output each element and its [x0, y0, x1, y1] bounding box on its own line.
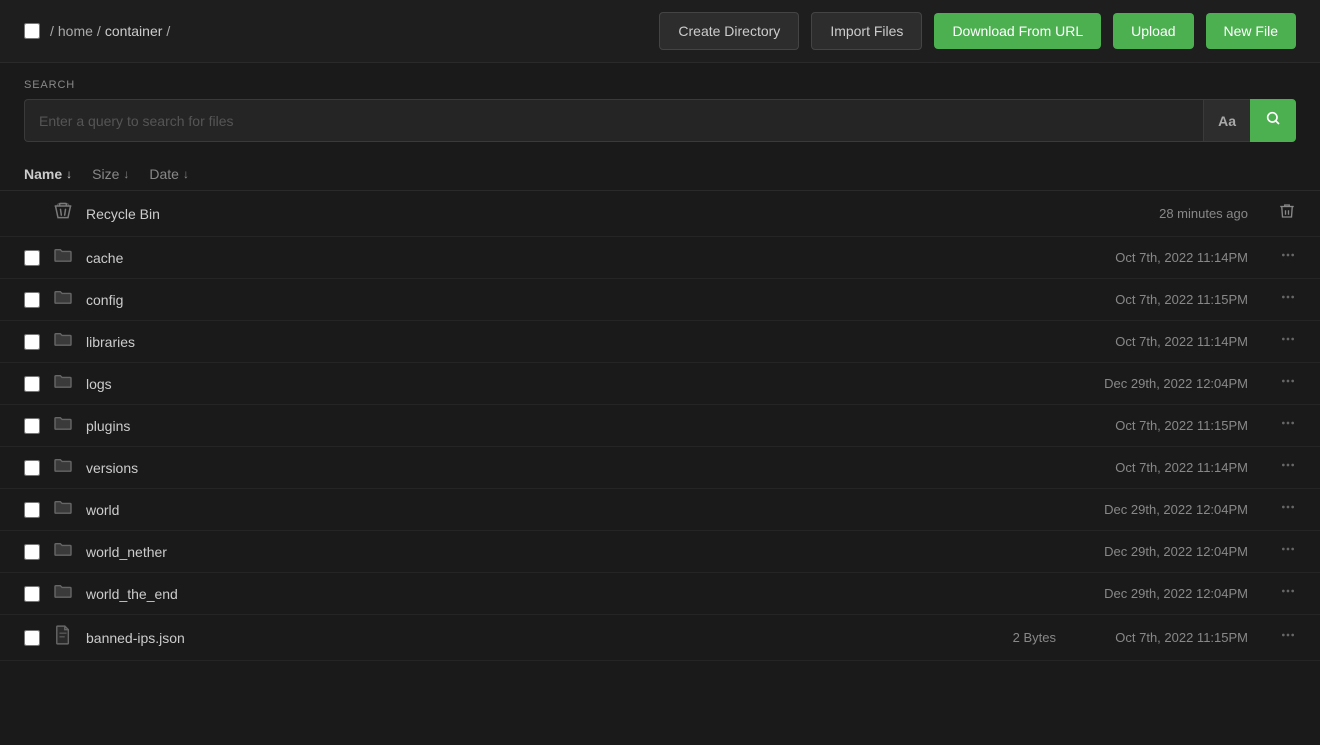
- file-date: Dec 29th, 2022 12:04PM: [1068, 544, 1248, 559]
- file-date: Dec 29th, 2022 12:04PM: [1068, 586, 1248, 601]
- file-name: world_nether: [86, 544, 964, 560]
- file-size: 2 Bytes: [976, 630, 1056, 645]
- file-actions-menu-button[interactable]: [1260, 541, 1296, 562]
- file-name: config: [86, 292, 964, 308]
- file-name: world: [86, 502, 964, 518]
- search-row: Aa: [24, 99, 1296, 142]
- search-input[interactable]: [24, 99, 1203, 142]
- file-actions-menu-button[interactable]: [1260, 289, 1296, 310]
- file-checkbox-4[interactable]: [24, 418, 40, 434]
- file-checkbox-2[interactable]: [24, 334, 40, 350]
- search-icon: [1265, 110, 1281, 126]
- file-name: versions: [86, 460, 964, 476]
- file-actions-menu-button[interactable]: [1260, 627, 1296, 648]
- folder-icon: [52, 541, 74, 562]
- file-checkbox-6[interactable]: [24, 502, 40, 518]
- file-checkbox-8[interactable]: [24, 586, 40, 602]
- breadcrumb: / home / container /: [24, 23, 647, 39]
- table-row: banned-ips.json 2 Bytes Oct 7th, 2022 11…: [0, 615, 1320, 661]
- file-checkbox-9[interactable]: [24, 630, 40, 646]
- file-checkbox-5[interactable]: [24, 460, 40, 476]
- folder-icon: [52, 247, 74, 268]
- file-name: cache: [86, 250, 964, 266]
- upload-button[interactable]: Upload: [1113, 13, 1193, 49]
- file-date: Oct 7th, 2022 11:15PM: [1068, 418, 1248, 433]
- file-date: Oct 7th, 2022 11:15PM: [1068, 292, 1248, 307]
- recycle-bin-icon: [52, 201, 74, 226]
- breadcrumb-container: container: [105, 23, 163, 39]
- folder-icon: [52, 331, 74, 352]
- sort-by-size-button[interactable]: Size ↓: [92, 166, 129, 182]
- file-actions-menu-button[interactable]: [1260, 373, 1296, 394]
- folder-icon: [52, 457, 74, 478]
- breadcrumb-separator2: /: [97, 23, 101, 39]
- file-name: logs: [86, 376, 964, 392]
- file-name: libraries: [86, 334, 964, 350]
- table-row: logs Dec 29th, 2022 12:04PM: [0, 363, 1320, 405]
- recycle-bin-row: Recycle Bin 28 minutes ago: [0, 191, 1320, 237]
- file-checkbox-3[interactable]: [24, 376, 40, 392]
- sort-name-arrow: ↓: [66, 167, 72, 181]
- new-file-button[interactable]: New File: [1206, 13, 1296, 49]
- breadcrumb-home[interactable]: home: [58, 23, 93, 39]
- file-actions-menu-button[interactable]: [1260, 499, 1296, 520]
- sort-row: Name ↓ Size ↓ Date ↓: [0, 158, 1320, 191]
- case-sensitive-button[interactable]: Aa: [1203, 99, 1250, 142]
- search-button[interactable]: [1250, 99, 1296, 142]
- recycle-bin-delete-button[interactable]: [1260, 202, 1296, 225]
- table-row: cache Oct 7th, 2022 11:14PM: [0, 237, 1320, 279]
- sort-size-arrow: ↓: [123, 167, 129, 181]
- table-row: world_nether Dec 29th, 2022 12:04PM: [0, 531, 1320, 573]
- table-row: world_the_end Dec 29th, 2022 12:04PM: [0, 573, 1320, 615]
- folder-icon: [52, 415, 74, 436]
- file-rows-container: cache Oct 7th, 2022 11:14PM config Oct 7…: [0, 237, 1320, 661]
- file-actions-menu-button[interactable]: [1260, 583, 1296, 604]
- table-row: config Oct 7th, 2022 11:15PM: [0, 279, 1320, 321]
- sort-date-arrow: ↓: [183, 167, 189, 181]
- header: / home / container / Create Directory Im…: [0, 0, 1320, 63]
- file-icon: [52, 625, 74, 650]
- table-row: world Dec 29th, 2022 12:04PM: [0, 489, 1320, 531]
- download-from-url-button[interactable]: Download From URL: [934, 13, 1101, 49]
- file-checkbox-7[interactable]: [24, 544, 40, 560]
- folder-icon: [52, 289, 74, 310]
- recycle-bin-name: Recycle Bin: [86, 206, 1056, 222]
- folder-icon: [52, 583, 74, 604]
- sort-by-name-button[interactable]: Name ↓: [24, 166, 72, 182]
- table-row: plugins Oct 7th, 2022 11:15PM: [0, 405, 1320, 447]
- recycle-bin-date: 28 minutes ago: [1068, 206, 1248, 221]
- file-date: Oct 7th, 2022 11:14PM: [1068, 460, 1248, 475]
- table-row: versions Oct 7th, 2022 11:14PM: [0, 447, 1320, 489]
- file-actions-menu-button[interactable]: [1260, 331, 1296, 352]
- file-date: Dec 29th, 2022 12:04PM: [1068, 376, 1248, 391]
- search-label: SEARCH: [24, 79, 1296, 91]
- table-row: libraries Oct 7th, 2022 11:14PM: [0, 321, 1320, 363]
- file-date: Dec 29th, 2022 12:04PM: [1068, 502, 1248, 517]
- file-checkbox-1[interactable]: [24, 292, 40, 308]
- file-actions-menu-button[interactable]: [1260, 457, 1296, 478]
- file-name: world_the_end: [86, 586, 964, 602]
- sort-by-date-button[interactable]: Date ↓: [149, 166, 189, 182]
- file-date: Oct 7th, 2022 11:14PM: [1068, 334, 1248, 349]
- folder-icon: [52, 499, 74, 520]
- file-list: Recycle Bin 28 minutes ago cache Oct 7th…: [0, 191, 1320, 661]
- file-date: Oct 7th, 2022 11:15PM: [1068, 630, 1248, 645]
- file-name: banned-ips.json: [86, 630, 964, 646]
- search-section: SEARCH Aa: [0, 63, 1320, 142]
- breadcrumb-separator: /: [50, 23, 54, 39]
- folder-icon: [52, 373, 74, 394]
- file-checkbox-0[interactable]: [24, 250, 40, 266]
- breadcrumb-separator3: /: [166, 23, 170, 39]
- select-all-checkbox[interactable]: [24, 23, 40, 39]
- file-date: Oct 7th, 2022 11:14PM: [1068, 250, 1248, 265]
- file-actions-menu-button[interactable]: [1260, 415, 1296, 436]
- file-name: plugins: [86, 418, 964, 434]
- create-directory-button[interactable]: Create Directory: [659, 12, 799, 50]
- import-files-button[interactable]: Import Files: [811, 12, 922, 50]
- file-actions-menu-button[interactable]: [1260, 247, 1296, 268]
